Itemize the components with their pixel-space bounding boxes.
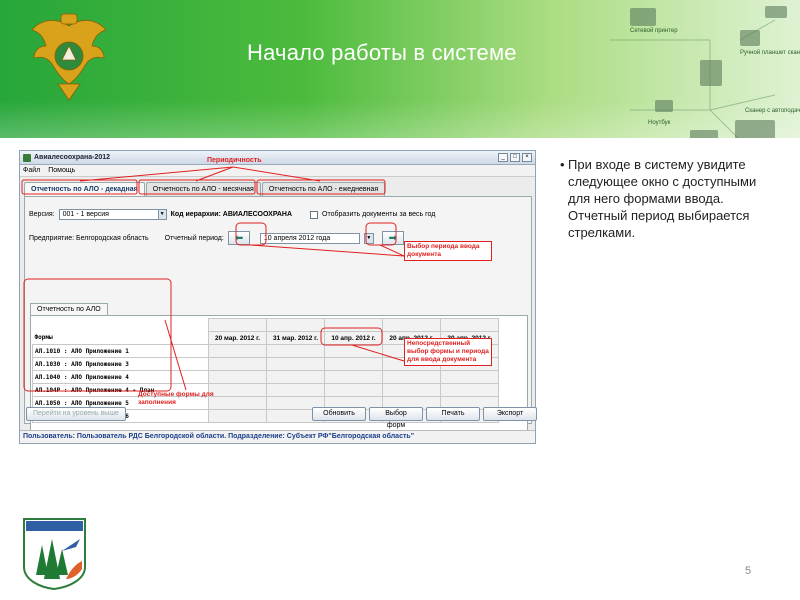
forms-header: Формы [32,331,209,345]
annotation-periodicity: Периодичность [207,157,262,164]
form-cell[interactable] [208,357,267,371]
form-cell[interactable] [324,383,383,397]
show-all-year-checkbox[interactable] [310,210,319,219]
form-row[interactable]: АЛ.1030 : АЛО Приложение 3 [32,357,209,371]
network-label: Ноутбук [648,120,671,126]
form-cell[interactable] [382,370,441,384]
eagle-emblem-icon [31,13,107,101]
arrow-right-icon: ➡ [388,232,398,244]
subtab-alo[interactable]: Отчетность по АЛО [30,303,108,315]
bullet-point: • При входе в систему увидите следующее … [560,156,778,241]
status-bar: Пользователь: Пользователь РДС Белгородс… [20,430,535,443]
app-window: Авиалесоохрана-2012 _ □ × Файл Помощь От… [19,150,537,444]
avialesookhrana-logo-icon [23,518,86,590]
form-cell[interactable] [208,383,267,397]
form-cell[interactable] [208,409,267,423]
form-cell[interactable] [440,370,499,384]
slide: Сетевой принтер Ручной планшет сканер Ноут… [0,0,800,600]
chevron-down-icon: ▼ [157,210,166,219]
report-tabs: Отчетность по АЛО - декадная Отчетность … [24,182,386,196]
choose-form-button[interactable]: Выбор форм [369,407,423,429]
next-period-button[interactable]: ➡ [381,231,404,245]
network-label: Сканер с автоподачей [745,107,800,114]
form-cell[interactable] [208,344,267,358]
slide-title: Начало работы в системе [247,40,517,65]
prev-period-button[interactable]: ➡ [227,231,250,245]
annotation-direct-choice: Непосредственный выбор формы и периода д… [404,338,492,366]
form-cell[interactable] [324,344,383,358]
tab-decade[interactable]: Отчетность по АЛО - декадная [24,182,145,196]
enterprise-label: Предприятие: Белгородская область [29,234,149,242]
bullet-marker: • [560,157,565,172]
form-cell[interactable] [266,383,325,397]
arrow-left-icon: ➡ [234,232,244,244]
form-cell[interactable] [266,357,325,371]
form-cell[interactable] [208,396,267,410]
maximize-icon[interactable]: □ [510,153,520,162]
show-all-year-label: Отобразить документы за весь год [322,211,436,218]
form-cell[interactable] [324,370,383,384]
go-up-level-button[interactable]: Перейти на уровень выше [26,407,126,421]
refresh-button[interactable]: Обновить [312,407,366,421]
print-button[interactable]: Печать [426,407,480,421]
version-label: Версия: [29,211,55,218]
page-number: 5 [745,565,752,577]
bullet-text: При входе в систему увидите следующее ок… [568,157,757,240]
period-column[interactable]: 20 мар. 2012 г. [208,331,267,345]
menu-help[interactable]: Помощь [48,167,75,174]
export-button[interactable]: Экспорт [483,407,537,421]
main-panel: Версия: 001 - 1 версия ▼ Код иерархии: А… [24,196,532,433]
close-icon[interactable]: × [522,153,532,162]
version-value: 001 - 1 версия [62,211,109,218]
app-icon [23,153,31,162]
form-cell[interactable] [208,370,267,384]
form-row[interactable]: АЛ.1040 : АЛО Приложение 4 [32,370,209,384]
period-select[interactable]: 10 апреля 2012 года [259,232,360,244]
network-label: Сетевой принтер [630,27,678,34]
menu-file[interactable]: Файл [23,167,40,174]
menu-bar: Файл Помощь [20,165,535,177]
form-cell[interactable] [382,383,441,397]
annotation-available-forms: Доступные формы для заполнения [138,391,214,406]
header-banner: Сетевой принтер Ручной планшет сканер Ноут… [0,0,800,138]
window-title: Авиалесоохрана-2012 [34,154,111,161]
chevron-down-icon[interactable]: ▼ [363,232,374,244]
window-titlebar[interactable]: Авиалесоохрана-2012 _ □ × [20,151,535,165]
minimize-icon[interactable]: _ [498,153,508,162]
period-label: Отчетный период: [164,234,224,242]
tab-monthly[interactable]: Отчетность по АЛО - месячная [145,182,261,196]
form-cell[interactable] [324,357,383,371]
hierarchy-code: Код иерархии: АВИАЛЕСООХРАНА [170,211,293,218]
period-value: 10 апреля 2012 года [263,234,331,242]
period-column[interactable]: 31 мар. 2012 г. [266,331,325,345]
form-cell[interactable] [266,344,325,358]
form-cell[interactable] [440,383,499,397]
network-label: Ручной планшет сканер [740,49,800,56]
period-column[interactable]: 10 апр. 2012 г. [324,331,383,345]
tab-daily[interactable]: Отчетность по АЛО - ежедневная [261,182,386,196]
version-select[interactable]: 001 - 1 версия ▼ [58,209,167,220]
annotation-period-choice: Выбор периода ввода документа [404,241,492,261]
network-diagram-background: Сетевой принтер Ручной планшет сканер Ноут… [610,6,800,138]
form-row[interactable]: АЛ.1010 : АЛО Приложение 1 [32,344,209,358]
form-cell[interactable] [266,370,325,384]
